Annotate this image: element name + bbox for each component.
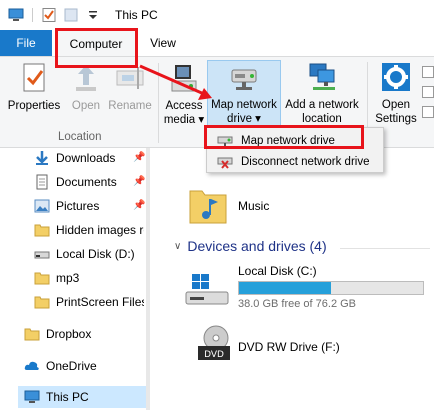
dvd-drive-icon[interactable]: DVD — [196, 324, 232, 364]
small-ribbon-icon[interactable] — [422, 106, 434, 118]
pin-icon[interactable]: 📌 — [133, 176, 145, 187]
network-location-icon — [309, 63, 335, 90]
nav-item-label: Downloads — [56, 151, 116, 165]
map-network-drive-label-1: Map network — [211, 99, 277, 111]
add-network-location-label-2: location — [302, 113, 342, 125]
customize-dropdown-icon[interactable] — [85, 8, 101, 22]
window-title: This PC — [115, 8, 158, 22]
rename-button[interactable]: Rename — [106, 61, 154, 113]
nav-item-mp3[interactable]: mp3 — [34, 267, 144, 289]
pin-icon[interactable]: 📌 — [133, 152, 145, 163]
drive-c-name[interactable]: Local Disk (C:) — [238, 264, 317, 278]
nav-item-this-pc[interactable]: This PC — [18, 386, 146, 408]
media-server-icon — [171, 65, 197, 92]
nav-item-label: OneDrive — [46, 359, 97, 373]
section-divider — [340, 248, 430, 249]
drive-c-usage-bar — [238, 281, 424, 295]
drive-f-name[interactable]: DVD RW Drive (F:) — [238, 340, 340, 354]
map-network-drive-button[interactable]: Map network drive ▾ — [206, 60, 282, 126]
add-network-location-label-1: Add a network — [285, 99, 359, 111]
properties-icon — [23, 63, 45, 92]
devices-section-label: Devices and drives (4) — [187, 238, 327, 254]
menu-item-disconnect-network-drive[interactable]: Disconnect network drive — [207, 151, 383, 172]
menu-item-label: Disconnect network drive — [241, 155, 370, 168]
drive-c-usage-fill — [239, 282, 331, 294]
folder-icon — [34, 296, 50, 309]
small-ribbon-icon[interactable] — [422, 86, 434, 98]
properties-button[interactable]: Properties — [6, 61, 62, 113]
drive-icon — [34, 251, 50, 259]
documents-icon — [36, 174, 48, 190]
nav-item-label: Local Disk (D:) — [56, 247, 135, 261]
pin-icon[interactable]: 📌 — [133, 200, 145, 211]
music-folder-label[interactable]: Music — [238, 199, 269, 213]
svg-text:DVD: DVD — [204, 350, 224, 360]
dropbox-folder-icon — [24, 328, 40, 341]
group-separator — [158, 63, 159, 143]
toolbar-separator — [32, 8, 33, 22]
nav-item-label: This PC — [46, 390, 89, 404]
nav-item-hidden-images[interactable]: Hidden images re — [34, 219, 144, 241]
download-arrow-icon — [36, 151, 48, 165]
onedrive-cloud-icon — [24, 361, 39, 370]
nav-item-label: Dropbox — [46, 327, 92, 341]
windows-drive-icon[interactable] — [184, 272, 230, 306]
access-media-label-1: Access — [165, 100, 203, 112]
rename-label: Rename — [108, 100, 152, 112]
open-label: Open — [71, 100, 101, 112]
chevron-down-icon: ∨ — [174, 240, 182, 252]
tab-file[interactable]: File — [0, 30, 52, 56]
properties-check-icon[interactable] — [41, 8, 57, 22]
computer-icon[interactable] — [8, 8, 24, 22]
nav-item-printscreen-files[interactable]: PrintScreen Files — [34, 291, 144, 313]
add-network-location-button[interactable]: Add a network location — [282, 60, 362, 126]
open-button[interactable]: Open — [68, 61, 104, 113]
drive-c-free-text: 38.0 GB free of 76.2 GB — [238, 298, 357, 310]
disconnect-drive-icon — [217, 157, 233, 169]
open-settings-button[interactable]: Open Settings — [372, 60, 420, 126]
computer-icon — [24, 390, 40, 403]
annotation-box-computer-tab — [55, 28, 138, 68]
nav-item-label: Documents — [56, 175, 117, 189]
open-settings-label-1: Open — [381, 99, 411, 111]
nav-item-onedrive[interactable]: OneDrive — [24, 355, 144, 377]
nav-item-label: PrintScreen Files — [56, 295, 144, 309]
pictures-icon — [34, 199, 50, 213]
map-drive-icon — [231, 69, 257, 90]
nav-item-pictures[interactable]: Pictures — [34, 195, 144, 217]
nav-item-local-disk-d[interactable]: Local Disk (D:) — [34, 243, 144, 265]
nav-item-label: Pictures — [56, 199, 100, 213]
music-folder-icon[interactable] — [188, 183, 228, 227]
gear-icon — [382, 63, 410, 91]
nav-item-dropbox[interactable]: Dropbox — [24, 323, 144, 345]
devices-section-header[interactable]: ∨ Devices and drives (4) — [174, 238, 327, 254]
properties-label: Properties — [7, 100, 61, 112]
location-group-label: Location — [58, 131, 102, 143]
quick-access-toolbar — [8, 8, 107, 22]
folder-icon — [34, 224, 50, 237]
title-bar: This PC — [0, 0, 434, 30]
small-ribbon-icon[interactable] — [422, 66, 434, 78]
new-folder-icon[interactable] — [63, 8, 79, 22]
annotation-box-map-drive-item — [204, 125, 364, 149]
nav-item-downloads[interactable]: Downloads — [34, 147, 144, 169]
nav-item-label: Hidden images re — [56, 223, 144, 237]
nav-item-label: mp3 — [56, 271, 80, 285]
access-media-button[interactable]: Access media ▾ — [162, 61, 206, 127]
access-media-label-2: media ▾ — [163, 114, 205, 126]
tab-view[interactable]: View — [140, 30, 186, 56]
open-settings-label-2: Settings — [375, 113, 417, 125]
nav-item-documents[interactable]: Documents — [34, 171, 144, 193]
folder-icon — [34, 272, 50, 285]
map-network-drive-label-2: drive ▾ — [227, 113, 261, 125]
